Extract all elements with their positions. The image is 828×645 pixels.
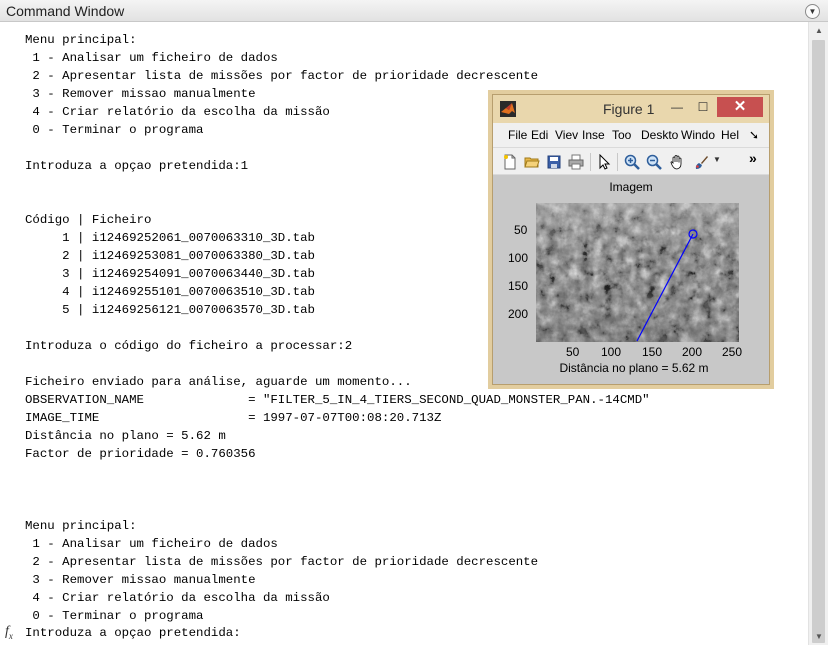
figure-titlebar[interactable]: Figure 1 — ☐ ✕ <box>493 95 769 123</box>
console-line: 3 - Remover missao manualmente <box>25 573 256 587</box>
y-tick: 200 <box>508 307 529 321</box>
console-line: IMAGE_TIME = 1997-07-07T00:08:20.713Z <box>25 411 442 425</box>
console-line: 2 - Apresentar lista de missões por fact… <box>25 555 539 569</box>
vertical-scrollbar[interactable]: ▲ ▼ <box>808 22 828 645</box>
command-prompt[interactable]: Introduza a opçao pretendida: <box>25 626 241 640</box>
menu-edit[interactable]: Edi <box>531 128 548 142</box>
command-window-titlebar: Command Window ▼ <box>0 0 828 22</box>
x-tick: 200 <box>682 345 703 359</box>
rock-surface-image[interactable] <box>536 203 739 342</box>
zoom-out-icon[interactable] <box>646 154 662 170</box>
data-brush-icon[interactable] <box>693 154 709 170</box>
scroll-up-arrow-icon[interactable]: ▲ <box>809 22 828 39</box>
menu-insert[interactable]: Inse <box>582 128 605 142</box>
axes-title: Imagem <box>609 180 653 194</box>
toolbar-separator <box>617 153 618 171</box>
figure-toolbar: ▼ » <box>493 147 769 175</box>
pan-hand-icon[interactable] <box>669 154 685 170</box>
console-line: 0 - Terminar o programa <box>25 609 204 623</box>
scrollbar-thumb[interactable] <box>812 40 825 643</box>
menu-tools[interactable]: Too <box>612 128 631 142</box>
new-file-icon[interactable] <box>502 154 518 170</box>
menu-desktop[interactable]: Deskto <box>641 128 678 142</box>
x-tick: 150 <box>642 345 663 359</box>
menu-help[interactable]: Hel <box>721 128 739 142</box>
console-line: 1 - Analisar um ficheiro de dados <box>25 51 278 65</box>
figure-title: Figure 1 <box>603 101 655 117</box>
save-icon[interactable] <box>546 154 562 170</box>
x-tick: 50 <box>566 345 580 359</box>
figure-canvas[interactable]: Imagem 50 100 150 200 50 100 150 200 250… <box>493 175 769 384</box>
console-line: 4 - Criar relatório da escolha da missão <box>25 591 330 605</box>
print-icon[interactable] <box>568 154 584 170</box>
toolbar-overflow-icon[interactable]: » <box>749 150 757 166</box>
x-tick: 250 <box>722 345 743 359</box>
open-folder-icon[interactable] <box>524 154 540 170</box>
x-tick: 100 <box>601 345 622 359</box>
console-line: Menu principal: <box>25 519 137 533</box>
scroll-down-arrow-icon[interactable]: ▼ <box>809 628 828 645</box>
function-browser-icon[interactable]: fx <box>5 624 13 641</box>
x-axis-label: Distância no plano = 5.62 m <box>559 361 709 375</box>
y-tick: 150 <box>508 279 529 293</box>
y-tick: 50 <box>514 223 528 237</box>
pointer-icon[interactable] <box>596 154 612 170</box>
menu-file[interactable]: File <box>508 128 527 142</box>
console-line: Factor de prioridade = 0.760356 <box>25 447 256 461</box>
window-actions-chevron-icon[interactable]: ▼ <box>805 4 820 19</box>
y-tick: 100 <box>508 251 529 265</box>
console-line: 2 - Apresentar lista de missões por fact… <box>25 69 539 83</box>
maximize-button[interactable]: ☐ <box>691 97 715 117</box>
figure-menubar: File Edi Viev Inse Too Deskto Windo Hel … <box>493 123 769 147</box>
console-line: Menu principal: <box>25 33 137 47</box>
figure-window[interactable]: Figure 1 — ☐ ✕ File Edi Viev Inse Too De… <box>492 94 770 385</box>
window-title: Command Window <box>6 3 125 19</box>
brush-dropdown-chevron-icon[interactable]: ▼ <box>713 155 721 164</box>
toolbar-separator <box>590 153 591 171</box>
menu-overflow-icon[interactable]: ➘ <box>749 128 759 142</box>
command-prompt-row[interactable]: fx Introduza a opçao pretendida: <box>0 623 808 645</box>
console-line: 1 - Analisar um ficheiro de dados <box>25 537 278 551</box>
menu-window[interactable]: Windo <box>681 128 715 142</box>
menu-view[interactable]: Viev <box>555 128 578 142</box>
zoom-in-icon[interactable] <box>624 154 640 170</box>
close-button[interactable]: ✕ <box>717 97 763 117</box>
matlab-logo-icon <box>500 101 516 117</box>
console-line: OBSERVATION_NAME = "FILTER_5_IN_4_TIERS_… <box>25 393 650 407</box>
console-line: Distância no plano = 5.62 m <box>25 429 226 443</box>
minimize-button[interactable]: — <box>665 97 689 117</box>
